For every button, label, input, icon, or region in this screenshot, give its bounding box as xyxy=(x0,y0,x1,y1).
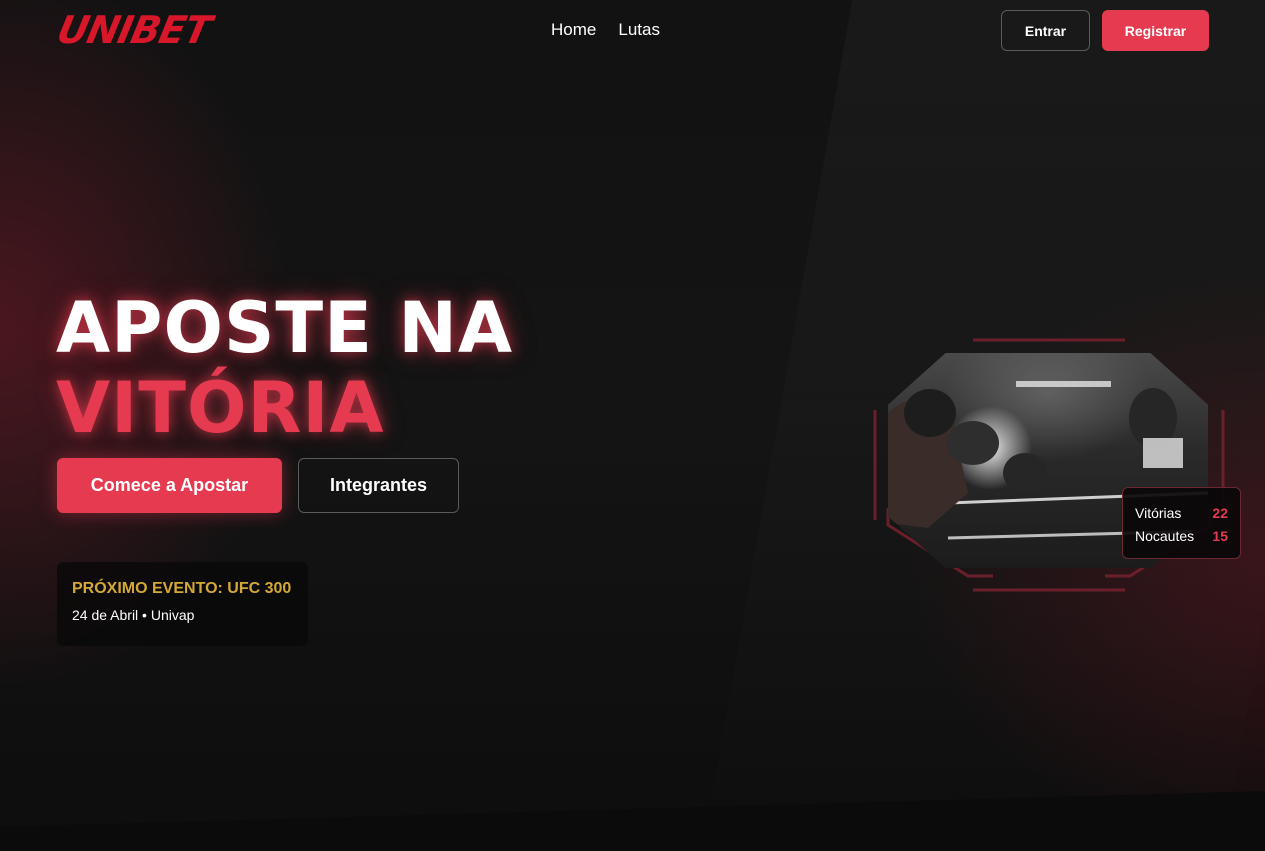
next-event-details: 24 de Abril • Univap xyxy=(72,607,195,623)
nav-home-link[interactable]: Home xyxy=(551,20,596,40)
unibet-logo[interactable]: UNIBET xyxy=(53,8,214,52)
left-fighter-glove-extended xyxy=(1003,453,1047,493)
left-fighter-headgear xyxy=(904,389,956,437)
ring-light xyxy=(1016,381,1111,387)
next-event-card: PRÓXIMO EVENTO: UFC 300 24 de Abril • Un… xyxy=(57,562,308,646)
main-nav: Home Lutas xyxy=(551,20,660,40)
hero-title-line2: VITÓRIA xyxy=(56,367,385,449)
hero-title-line1: APOSTE NA xyxy=(56,287,514,369)
hero-title: APOSTE NA VITÓRIA xyxy=(56,288,513,448)
stat-label-knockouts: Nocautes xyxy=(1135,528,1195,544)
members-button[interactable]: Integrantes xyxy=(298,458,459,513)
nav-lutas-link[interactable]: Lutas xyxy=(618,20,660,40)
register-button[interactable]: Registrar xyxy=(1102,10,1209,51)
stat-value-knockouts: 15 xyxy=(1212,528,1228,544)
stat-row-wins: Vitórias 22 xyxy=(1135,502,1228,525)
stat-value-wins: 22 xyxy=(1212,505,1228,521)
start-betting-button[interactable]: Comece a Apostar xyxy=(57,458,282,513)
site-header: UNIBET Home Lutas Entrar Registrar xyxy=(0,0,1265,60)
login-button[interactable]: Entrar xyxy=(1001,10,1090,51)
right-fighter-wrap xyxy=(1143,438,1183,468)
next-event-title: PRÓXIMO EVENTO: UFC 300 xyxy=(72,580,292,597)
stat-label-wins: Vitórias xyxy=(1135,505,1182,521)
fighter-stats-card: Vitórias 22 Nocautes 15 xyxy=(1122,487,1241,559)
stat-row-knockouts: Nocautes 15 xyxy=(1135,525,1228,548)
left-fighter-glove xyxy=(947,421,999,465)
